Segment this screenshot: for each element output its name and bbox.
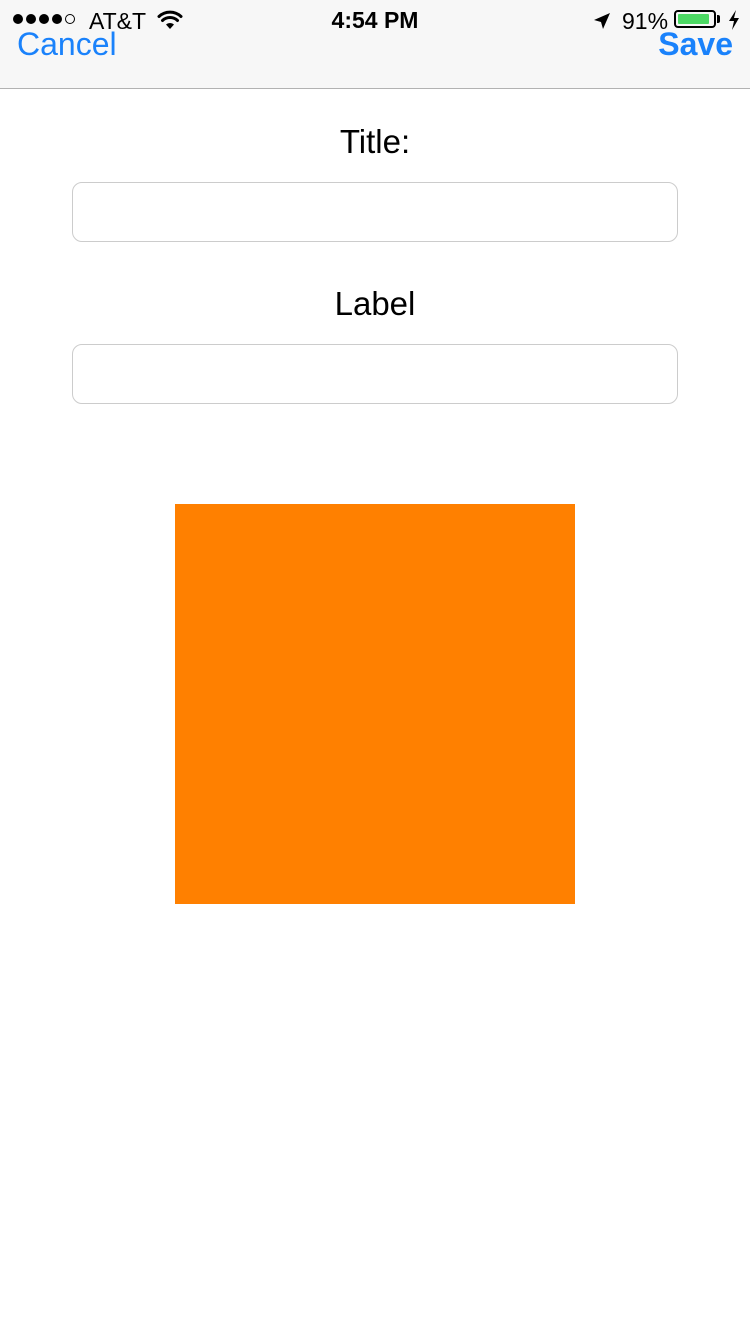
edit-screen: AT&T 4:54 PM 91% Cancel Save Title: Labe… <box>0 0 750 1334</box>
cancel-button[interactable]: Cancel <box>17 26 117 62</box>
battery-level-fill <box>678 14 709 24</box>
color-swatch[interactable] <box>175 504 575 904</box>
label-field-label: Label <box>334 285 416 322</box>
label-input[interactable] <box>72 344 678 404</box>
title-field-label: Title: <box>339 123 411 160</box>
save-button[interactable]: Save <box>658 26 733 62</box>
location-arrow-icon <box>594 13 610 29</box>
battery-cap <box>717 15 720 23</box>
navigation-bar: AT&T 4:54 PM 91% Cancel Save <box>0 0 750 89</box>
title-input[interactable] <box>72 182 678 242</box>
